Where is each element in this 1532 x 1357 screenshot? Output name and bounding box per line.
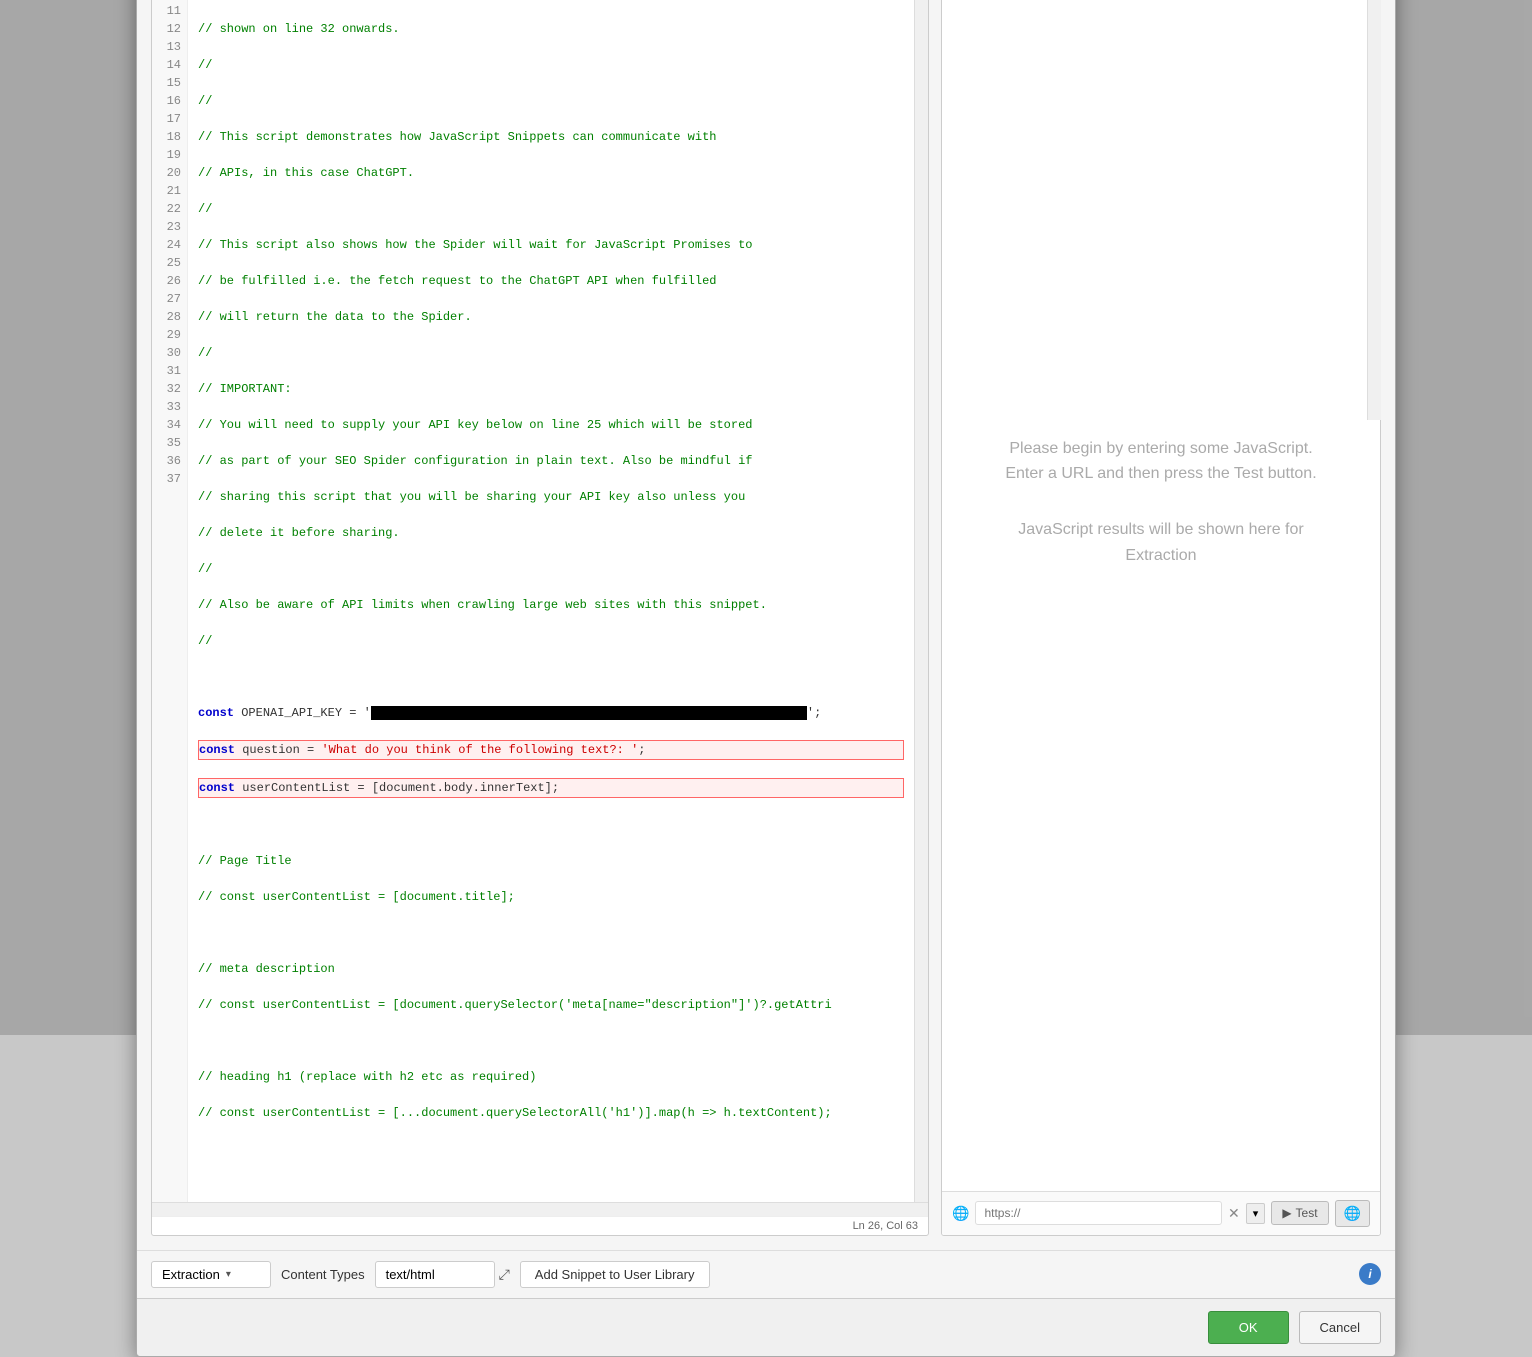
url-clear-button[interactable]: ✕: [1228, 1205, 1240, 1222]
tester-panel: JavaScript Tester Please begin by enteri…: [941, 0, 1381, 1236]
url-input[interactable]: [975, 1201, 1222, 1225]
dialog-window: JS Custom JavaScript Snippet Editor □ ✕ …: [136, 0, 1396, 1357]
modal-overlay: JS Custom JavaScript Snippet Editor □ ✕ …: [0, 0, 1532, 1035]
content-types-label: Content Types: [281, 1267, 365, 1282]
extraction-dropdown[interactable]: Extraction ▾: [151, 1261, 271, 1288]
tester-placeholder-2: JavaScript results will be shown here fo…: [1018, 517, 1303, 568]
info-circle-button[interactable]: i: [1359, 1263, 1381, 1285]
editor-status: Ln 26, Col 63: [152, 1216, 928, 1235]
globe-button[interactable]: 🌐: [1335, 1200, 1370, 1227]
content-types-expand-button[interactable]: ⤢: [499, 1266, 510, 1283]
tester-url-bar: 🌐 ✕ ▾ ▶ ▶ Test 🌐: [942, 1191, 1380, 1235]
line-numbers: 12345 678910 1112131415 1617181920 21222…: [152, 0, 188, 1202]
globe-small-icon: 🌐: [952, 1205, 969, 1222]
tester-placeholder-1: Please begin by entering some JavaScript…: [1005, 436, 1316, 487]
main-content: JavaScript Editor 12345 678910 111213141…: [137, 0, 1395, 1250]
content-types-wrapper: text/html ⤢: [375, 1261, 510, 1288]
cancel-button[interactable]: Cancel: [1299, 1311, 1381, 1344]
ok-button[interactable]: OK: [1208, 1311, 1289, 1344]
extraction-dropdown-arrow: ▾: [226, 1269, 231, 1280]
editor-scrollbar-v[interactable]: [914, 0, 928, 1202]
play-icon: ▶: [1282, 1206, 1291, 1220]
content-types-value: text/html: [375, 1261, 495, 1288]
editor-panel: JavaScript Editor 12345 678910 111213141…: [151, 0, 929, 1236]
tester-scrollbar[interactable]: [1367, 0, 1381, 420]
tester-body: Please begin by entering some JavaScript…: [942, 0, 1380, 1191]
test-button[interactable]: ▶ ▶ Test: [1271, 1201, 1328, 1225]
add-snippet-button[interactable]: Add Snippet to User Library: [520, 1261, 710, 1288]
bottom-toolbar: Extraction ▾ Content Types text/html ⤢ A…: [137, 1250, 1395, 1298]
editor-scrollbar-h[interactable]: [152, 1202, 928, 1216]
code-editor[interactable]: // Ask ChatGPT anything about the page /…: [188, 0, 914, 1202]
action-buttons: OK Cancel: [137, 1298, 1395, 1356]
url-dropdown-button[interactable]: ▾: [1246, 1203, 1266, 1224]
extraction-label: Extraction: [162, 1267, 220, 1282]
editor-body: 12345 678910 1112131415 1617181920 21222…: [152, 0, 928, 1202]
